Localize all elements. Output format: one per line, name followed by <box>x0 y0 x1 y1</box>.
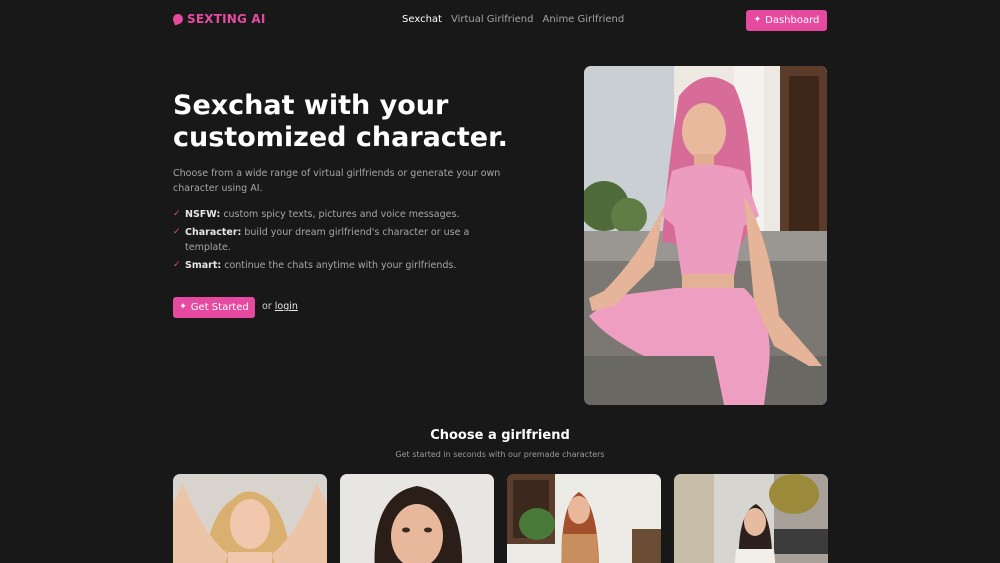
feature-label: Smart: <box>185 260 222 271</box>
login-link[interactable]: login <box>275 301 298 312</box>
girlfriend-card-image <box>173 474 327 563</box>
get-started-label: Get Started <box>190 302 249 313</box>
girlfriend-card[interactable] <box>507 474 661 563</box>
section-subtitle: Get started in seconds with our premade … <box>395 450 605 459</box>
chat-bubble-icon <box>171 12 185 26</box>
sparkle-icon: ✦ <box>179 302 187 312</box>
dashboard-button[interactable]: ✦ Dashboard <box>746 10 827 31</box>
nav-links: Sexchat Virtual Girlfriend Anime Girlfri… <box>402 14 624 25</box>
feature-text: custom spicy texts, pictures and voice m… <box>223 209 460 220</box>
check-icon: ✓ <box>173 209 181 219</box>
feature-item: ✓ Character: build your dream girlfriend… <box>173 225 493 255</box>
brand-logo[interactable]: SEXTING AI <box>171 12 266 26</box>
feature-label: NSFW: <box>185 209 221 220</box>
login-prompt: or login <box>262 301 298 312</box>
feature-text: continue the chats anytime with your gir… <box>224 260 457 271</box>
girlfriend-card-image <box>674 474 828 563</box>
nav-link-sexchat[interactable]: Sexchat <box>402 14 442 25</box>
girlfriend-card[interactable] <box>674 474 828 563</box>
hero-character-illustration <box>584 66 827 405</box>
nav-link-virtual-girlfriend[interactable]: Virtual Girlfriend <box>451 14 534 25</box>
sparkle-icon: ✦ <box>753 15 762 25</box>
nav-link-anime-girlfriend[interactable]: Anime Girlfriend <box>542 14 624 25</box>
feature-label: Character: <box>185 227 242 238</box>
girlfriend-card-image <box>507 474 661 563</box>
girlfriend-cards <box>173 474 828 563</box>
hero-title: Sexchat with your customized character. <box>173 90 508 153</box>
girlfriend-card[interactable] <box>340 474 494 563</box>
feature-item: ✓ Smart: continue the chats anytime with… <box>173 258 493 273</box>
girlfriend-card[interactable] <box>173 474 327 563</box>
get-started-button[interactable]: ✦ Get Started <box>173 297 255 318</box>
feature-list: ✓ NSFW: custom spicy texts, pictures and… <box>173 207 493 276</box>
hero-subtitle: Choose from a wide range of virtual girl… <box>173 168 501 194</box>
check-icon: ✓ <box>173 260 181 270</box>
or-text: or <box>262 301 272 312</box>
hero-character-image <box>584 66 827 405</box>
girlfriend-card-image <box>340 474 494 563</box>
section-title: Choose a girlfriend <box>430 428 570 443</box>
dashboard-button-label: Dashboard <box>765 15 820 26</box>
feature-item: ✓ NSFW: custom spicy texts, pictures and… <box>173 207 493 222</box>
check-icon: ✓ <box>173 227 181 237</box>
top-navbar: SEXTING AI Sexchat Virtual Girlfriend An… <box>0 0 1000 42</box>
brand-name: SEXTING AI <box>187 12 266 26</box>
